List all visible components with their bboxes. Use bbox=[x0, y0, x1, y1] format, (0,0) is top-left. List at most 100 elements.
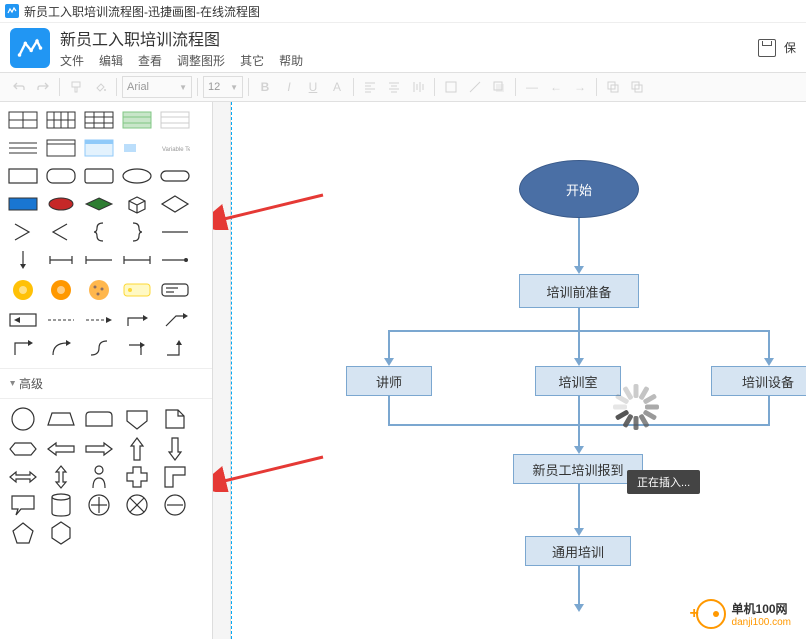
shape-texture-red[interactable] bbox=[43, 191, 79, 217]
align-center-button[interactable] bbox=[383, 76, 405, 98]
shape-connector-both[interactable] bbox=[119, 247, 155, 273]
shape-arrow-down-block[interactable] bbox=[157, 436, 193, 462]
shape-ellipse[interactable] bbox=[119, 163, 155, 189]
menu-edit[interactable]: 编辑 bbox=[99, 52, 123, 69]
node-room[interactable]: 培训室 bbox=[535, 366, 621, 396]
shape-pentagon-down[interactable] bbox=[119, 404, 155, 434]
shape-elbow-curve[interactable] bbox=[43, 335, 79, 361]
shape-line-arrow-down[interactable] bbox=[5, 247, 41, 273]
shape-sidebar[interactable]: Variable Text bbox=[0, 102, 213, 639]
shape-cookie[interactable] bbox=[81, 275, 117, 305]
shape-arrow-left-block[interactable] bbox=[43, 436, 79, 462]
menu-view[interactable]: 查看 bbox=[138, 52, 162, 69]
shape-dashed-arrow[interactable] bbox=[81, 307, 117, 333]
arrow-end-button[interactable]: → bbox=[569, 76, 591, 98]
to-back-button[interactable] bbox=[626, 76, 648, 98]
menu-adjust[interactable]: 调整图形 bbox=[177, 52, 225, 69]
font-color-button[interactable]: A bbox=[326, 76, 348, 98]
shape-list[interactable] bbox=[43, 135, 79, 161]
node-equipment[interactable]: 培训设备 bbox=[711, 366, 806, 396]
underline-button[interactable]: U bbox=[302, 76, 324, 98]
shape-line-dashed[interactable] bbox=[43, 307, 79, 333]
menu-file[interactable]: 文件 bbox=[60, 52, 84, 69]
app-logo[interactable] bbox=[10, 28, 50, 68]
shape-circle-x[interactable] bbox=[119, 492, 155, 518]
shape-line-dot[interactable] bbox=[157, 247, 193, 273]
shape-text-var[interactable]: Variable Text bbox=[157, 135, 193, 161]
shape-brace-left[interactable] bbox=[81, 219, 117, 245]
canvas[interactable]: 开始 培训前准备 讲师 培训室 培训设备 新员工培训报到 通用培训 bbox=[213, 102, 806, 639]
shape-gear-orange[interactable] bbox=[43, 275, 79, 305]
shape-curve-s[interactable] bbox=[81, 335, 117, 361]
shape-elbow-diag[interactable] bbox=[119, 307, 155, 333]
to-front-button[interactable] bbox=[602, 76, 624, 98]
shape-diamond[interactable] bbox=[157, 191, 193, 217]
shape-elbow-diag2[interactable] bbox=[157, 307, 193, 333]
document-title[interactable]: 新员工入职培训流程图 bbox=[60, 26, 758, 50]
save-icon[interactable] bbox=[758, 39, 776, 57]
format-painter-button[interactable] bbox=[65, 76, 87, 98]
node-start[interactable]: 开始 bbox=[519, 160, 639, 218]
guide-line[interactable] bbox=[231, 102, 233, 639]
shape-cube[interactable] bbox=[119, 191, 155, 217]
shape-elbow-up[interactable] bbox=[5, 335, 41, 361]
font-family-select[interactable]: Arial▼ bbox=[122, 76, 192, 98]
shape-pill[interactable] bbox=[157, 163, 193, 189]
shape-rectangle[interactable] bbox=[5, 163, 41, 189]
shape-note-plain[interactable] bbox=[157, 275, 193, 305]
align-left-button[interactable] bbox=[359, 76, 381, 98]
font-size-select[interactable]: 12▼ bbox=[203, 76, 243, 98]
shape-note-yellow[interactable] bbox=[119, 275, 155, 305]
shape-texture-blue[interactable] bbox=[5, 191, 41, 217]
shape-table-green[interactable] bbox=[119, 107, 155, 133]
shape-trapezoid[interactable] bbox=[43, 404, 79, 434]
shape-arrow-bidir[interactable] bbox=[5, 464, 41, 490]
shape-table-4col[interactable] bbox=[43, 107, 79, 133]
node-general[interactable]: 通用培训 bbox=[525, 536, 631, 566]
shape-card[interactable] bbox=[81, 135, 117, 161]
shape-circle-plus[interactable] bbox=[81, 492, 117, 518]
shape-brace-right[interactable] bbox=[119, 219, 155, 245]
node-checkin[interactable]: 新员工培训报到 bbox=[513, 454, 643, 484]
paint-bucket-button[interactable] bbox=[89, 76, 111, 98]
shape-table-plain[interactable] bbox=[157, 107, 193, 133]
shape-table-grid[interactable] bbox=[81, 107, 117, 133]
shape-table-2col[interactable] bbox=[5, 107, 41, 133]
undo-button[interactable] bbox=[8, 76, 30, 98]
shape-gear-yellow[interactable] bbox=[5, 275, 41, 305]
shape-rounded-rect2[interactable] bbox=[81, 163, 117, 189]
shape-circle-line[interactable] bbox=[157, 492, 193, 518]
redo-button[interactable] bbox=[32, 76, 54, 98]
node-lecturer[interactable]: 讲师 bbox=[346, 366, 432, 396]
line-color-button[interactable] bbox=[464, 76, 486, 98]
shape-corner[interactable] bbox=[157, 464, 193, 490]
shape-hexagon2[interactable] bbox=[43, 520, 79, 546]
shape-person[interactable] bbox=[81, 464, 117, 490]
shape-arrow-box[interactable] bbox=[5, 307, 41, 333]
shape-angle-left[interactable] bbox=[43, 219, 79, 245]
italic-button[interactable]: I bbox=[278, 76, 300, 98]
shadow-button[interactable] bbox=[488, 76, 510, 98]
shape-plus[interactable] bbox=[119, 464, 155, 490]
shape-elbow-right[interactable] bbox=[119, 335, 155, 361]
shape-texture-green[interactable] bbox=[81, 191, 117, 217]
shape-bracket-h[interactable] bbox=[43, 247, 79, 273]
shape-hexagon[interactable] bbox=[5, 436, 41, 462]
shape-elbow-up2[interactable] bbox=[157, 335, 193, 361]
section-advanced[interactable]: 高级 bbox=[0, 368, 212, 399]
shape-arrow-vbidir[interactable] bbox=[43, 464, 79, 490]
shape-hlines[interactable] bbox=[5, 135, 41, 161]
valign-button[interactable] bbox=[407, 76, 429, 98]
connector-button[interactable]: — bbox=[521, 76, 543, 98]
menu-help[interactable]: 帮助 bbox=[279, 52, 303, 69]
shape-cylinder[interactable] bbox=[43, 492, 79, 518]
shape-arrow-up-block[interactable] bbox=[119, 436, 155, 462]
shape-rounded-rect[interactable] bbox=[43, 163, 79, 189]
shape-connector-t[interactable] bbox=[81, 247, 117, 273]
shape-tab[interactable] bbox=[81, 404, 117, 434]
save-label[interactable]: 保 bbox=[784, 39, 796, 56]
shape-angle-right[interactable] bbox=[5, 219, 41, 245]
shape-label-blue[interactable] bbox=[119, 135, 155, 161]
shape-document[interactable] bbox=[157, 404, 193, 434]
arrow-start-button[interactable]: ← bbox=[545, 76, 567, 98]
